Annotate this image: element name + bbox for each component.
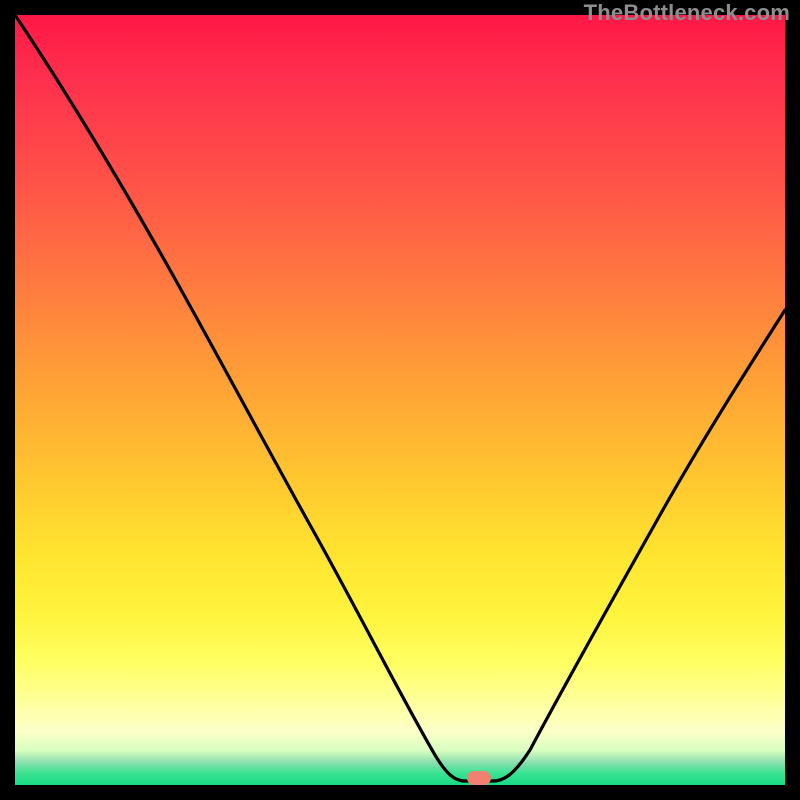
optimal-marker (467, 771, 491, 785)
chart-frame: TheBottleneck.com (0, 0, 800, 800)
curve-path (15, 15, 785, 781)
chart-plot-area (15, 15, 785, 785)
bottleneck-curve (15, 15, 785, 785)
